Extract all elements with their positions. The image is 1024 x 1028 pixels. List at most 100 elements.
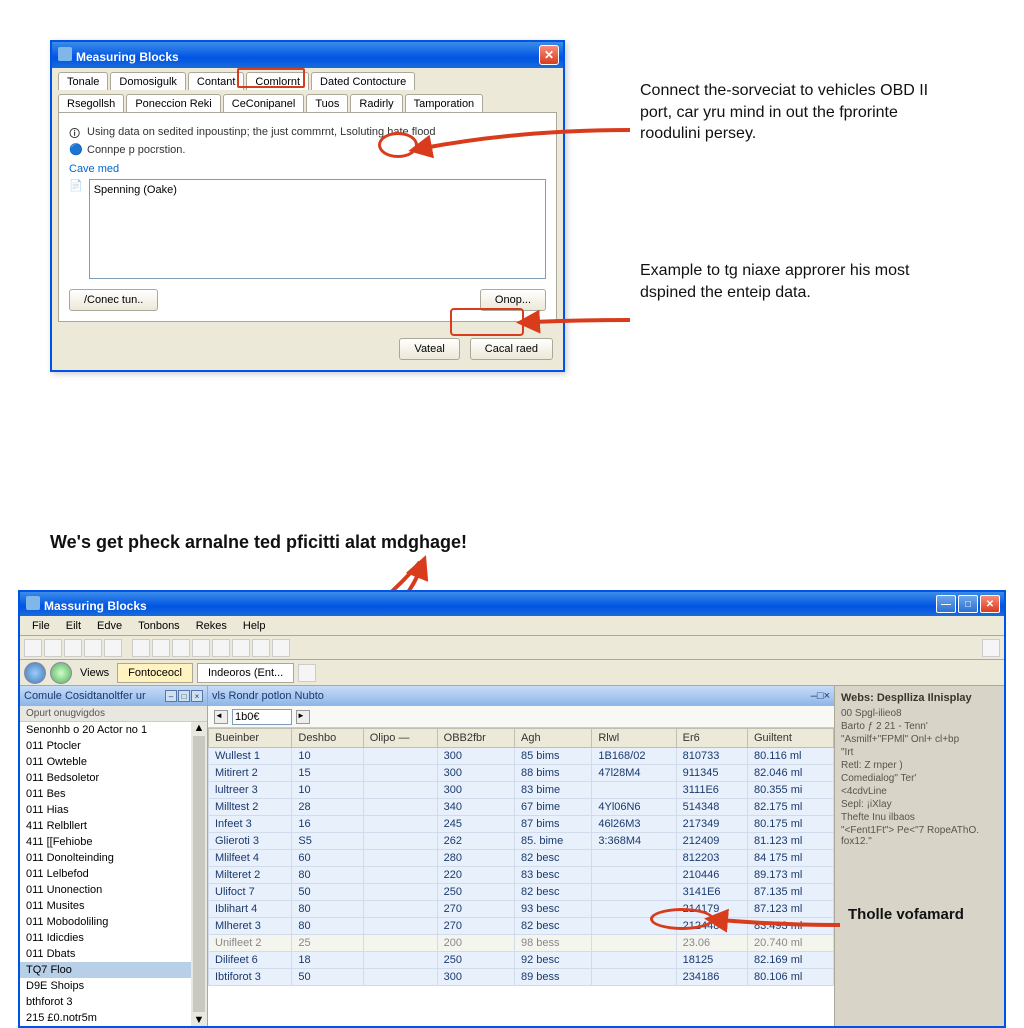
address-tool-icon[interactable] (298, 664, 316, 682)
tool-icon-7[interactable] (152, 639, 170, 657)
address-tab-1[interactable]: Fontoceocl (117, 663, 193, 683)
tab-poneccion-reki[interactable]: Poneccion Reki (126, 94, 220, 112)
tool-icon-1[interactable] (24, 639, 42, 657)
step-up-icon[interactable]: ► (296, 710, 310, 724)
tool-icon-9[interactable] (192, 639, 210, 657)
table-row[interactable]: Glieroti 3S526285. bime3:368M421240981.1… (209, 833, 834, 850)
nav-back-icon[interactable] (24, 662, 46, 684)
tree-scrollbar[interactable]: ▲ ▼ (191, 722, 207, 1026)
column-header[interactable]: Er6 (676, 729, 747, 748)
tree-item[interactable]: 011 Mobodoliling (20, 914, 191, 930)
menu-file[interactable]: File (24, 618, 58, 634)
description-textbox[interactable] (89, 179, 546, 279)
tree-item[interactable]: 011 Ptocler (20, 738, 191, 754)
tree-item[interactable]: 011 Idicdies (20, 930, 191, 946)
center-close-icon[interactable]: × (824, 690, 830, 702)
menu-help[interactable]: Help (235, 618, 274, 634)
menu-rekes[interactable]: Rekes (188, 618, 235, 634)
column-header[interactable]: Agh (515, 729, 592, 748)
tool-icon-11[interactable] (232, 639, 250, 657)
tool-icon-5[interactable] (104, 639, 122, 657)
tree-item[interactable]: 011 Hias (20, 802, 191, 818)
close-icon[interactable]: ✕ (539, 45, 559, 65)
tool-icon-3[interactable] (64, 639, 82, 657)
tree-item[interactable]: 411 [[Fehiobe (20, 834, 191, 850)
cancel-button[interactable]: Cacal raed (470, 338, 553, 360)
table-row[interactable]: Ulifoct 75025082 besc3141E687.135 ml (209, 884, 834, 901)
tree-item[interactable]: 011 Unonection (20, 882, 191, 898)
pane-max-icon[interactable]: □ (178, 690, 190, 702)
nav-forward-icon[interactable] (50, 662, 72, 684)
tool-icon-10[interactable] (212, 639, 230, 657)
column-header[interactable]: Deshbo (292, 729, 363, 748)
connect-button[interactable]: /Conec tun.. (69, 289, 158, 311)
table-row[interactable]: Milltest 22834067 bime4Yl06N651434882.17… (209, 799, 834, 816)
tool-icon-12[interactable] (252, 639, 270, 657)
tab-domosigulk[interactable]: Domosigulk (110, 72, 185, 90)
table-row[interactable]: Mlheret 38027082 besc21244883.493 ml (209, 918, 834, 935)
menu-edve[interactable]: Edve (89, 618, 130, 634)
data-grid[interactable]: BueinberDeshboOlipo —OBB2fbrAghRlwlEr6Gu… (208, 728, 834, 1026)
table-row[interactable]: Dilifeet 61825092 besc1812582.169 ml (209, 952, 834, 969)
table-row[interactable]: Mlilfeet 46028082 besc81220384 175 ml (209, 850, 834, 867)
app-titlebar[interactable]: Massuring Blocks — □ ✕ (20, 592, 1004, 616)
table-row[interactable]: Wullest 11030085 bims1B168/0281073380.11… (209, 748, 834, 765)
tab-dated-contocture[interactable]: Dated Contocture (311, 72, 415, 90)
tree-item[interactable]: D9E Shoips (20, 978, 191, 994)
minimize-icon[interactable]: — (936, 595, 956, 613)
tab-tuos[interactable]: Tuos (306, 94, 348, 112)
tool-icon-right[interactable] (982, 639, 1000, 657)
tree-item[interactable]: 011 Lelbefod (20, 866, 191, 882)
table-row[interactable]: Infeet 31624587 bims46l26M321734980.175 … (209, 816, 834, 833)
column-header[interactable]: OBB2fbr (437, 729, 514, 748)
tool-icon-2[interactable] (44, 639, 62, 657)
tool-icon-13[interactable] (272, 639, 290, 657)
column-header[interactable]: Guiltent (748, 729, 834, 748)
column-header[interactable]: Bueinber (209, 729, 292, 748)
tree-item[interactable]: 411 Relbllert (20, 818, 191, 834)
table-row[interactable]: Mitirert 21530088 bims47l28M491134582.04… (209, 765, 834, 782)
table-row[interactable]: Milteret 28022083 besc21044689.173 ml (209, 867, 834, 884)
pane-min-icon[interactable]: – (165, 690, 177, 702)
tool-icon-8[interactable] (172, 639, 190, 657)
tree-item[interactable]: 011 Bes (20, 786, 191, 802)
group-input[interactable] (232, 709, 292, 725)
module-tree[interactable]: Senonhb o 20 Actor no 1011 Ptocler011 Ow… (20, 722, 191, 1026)
menu-eilt[interactable]: Eilt (58, 618, 89, 634)
description-input[interactable] (94, 184, 541, 196)
tab-radirly[interactable]: Radirly (350, 94, 402, 112)
tab-comlornt[interactable]: Comlornt (246, 72, 309, 90)
tool-icon-6[interactable] (132, 639, 150, 657)
tool-icon-4[interactable] (84, 639, 102, 657)
tree-item[interactable]: TQ7 Floo (20, 962, 191, 978)
address-tab-2[interactable]: Indeoros (Ent... (197, 663, 294, 683)
pane-close-icon[interactable]: × (191, 690, 203, 702)
column-header[interactable]: Olipo — (363, 729, 437, 748)
column-header[interactable]: Rlwl (592, 729, 676, 748)
table-row[interactable]: Unifleet 22520098 bess23.0620.740 ml (209, 935, 834, 952)
tree-item[interactable]: 011 Dbats (20, 946, 191, 962)
center-max-icon[interactable]: □ (817, 690, 824, 702)
caved-med-link[interactable]: Cave med (69, 163, 546, 175)
close-window-icon[interactable]: ✕ (980, 595, 1000, 613)
tab-tonale[interactable]: Tonale (58, 72, 108, 90)
tab-contant[interactable]: Contant (188, 72, 245, 90)
tree-item[interactable]: 011 Donolteinding (20, 850, 191, 866)
table-row[interactable]: lultreer 31030083 bime3111E680.355 mi (209, 782, 834, 799)
tree-item[interactable]: 011 Owteble (20, 754, 191, 770)
tree-item[interactable]: 011 Musites (20, 898, 191, 914)
options-button[interactable]: Onop... (480, 289, 546, 311)
maximize-icon[interactable]: □ (958, 595, 978, 613)
scroll-up-icon[interactable]: ▲ (194, 722, 205, 734)
scroll-down-icon[interactable]: ▼ (194, 1014, 205, 1026)
tab-rsegollsh[interactable]: Rsegollsh (58, 94, 124, 112)
table-row[interactable]: Ibtiforot 35030089 bess23418680.106 ml (209, 969, 834, 986)
menu-tonbons[interactable]: Tonbons (130, 618, 188, 634)
tree-item[interactable]: Senonhb o 20 Actor no 1 (20, 722, 191, 738)
tree-item[interactable]: 011 Bedsoletor (20, 770, 191, 786)
step-down-icon[interactable]: ◄ (214, 710, 228, 724)
tree-item[interactable]: bthforot 3 (20, 994, 191, 1010)
dialog-titlebar[interactable]: Measuring Blocks ✕ (52, 42, 563, 68)
tab-tamporation[interactable]: Tamporation (405, 94, 484, 112)
tab-ceconipanel[interactable]: CeConipanel (223, 94, 305, 112)
